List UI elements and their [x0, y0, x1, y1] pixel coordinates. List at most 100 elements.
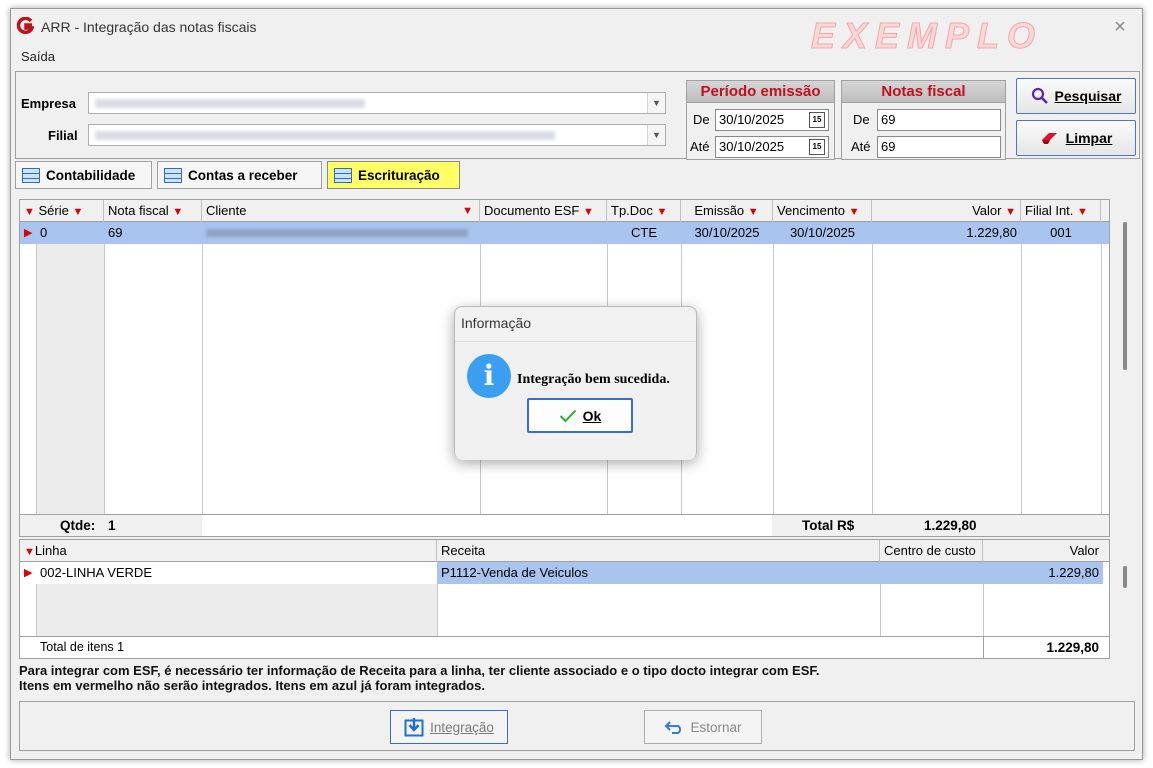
ok-button[interactable]: Ok [527, 398, 633, 433]
total-label: Total R$ [802, 518, 855, 533]
receitas-grid: ▼Linha Receita Centro de custo Valor ▶ 0… [19, 539, 1127, 659]
row-indicator-icon: ▶ [24, 567, 33, 579]
limpar-label: Limpar [1065, 130, 1113, 146]
filter-icon: ▼ [656, 206, 668, 218]
vertical-scrollbar[interactable] [1123, 222, 1127, 370]
cell-doc-esf [480, 222, 607, 244]
sort-indicator-icon: ▼ [24, 206, 35, 218]
chevron-down-icon[interactable]: ▼ [647, 93, 665, 113]
cell-filial-int: 001 [1050, 225, 1072, 240]
close-icon[interactable]: × [1108, 15, 1132, 39]
cell-cliente [202, 222, 480, 244]
notas-grid-header: ▼ Série ▼ Nota fiscal ▼ Cliente ▼ Documen… [20, 200, 1109, 222]
filial-select[interactable]: ▼ [88, 124, 666, 146]
periodo-ate-input[interactable]: 30/10/2025 15 [715, 136, 829, 158]
title-bar: ARR - Integração das notas fiscais EXEMP… [11, 9, 1142, 57]
filial-label: Filial [48, 128, 78, 143]
periodo-de-input[interactable]: 30/10/2025 15 [715, 109, 829, 131]
cell-serie: 0 [40, 225, 48, 240]
menu-item-saida[interactable]: Saída [21, 49, 55, 64]
import-icon [404, 718, 424, 737]
notas-fiscal-group: Notas fiscal De 69 Até 69 [841, 80, 1006, 160]
cell-linha: 002-LINHA VERDE [36, 562, 437, 584]
row-indicator-icon: ▶ [24, 227, 33, 239]
filter-icon: ▼ [747, 206, 759, 218]
notas-ate-label: Até [851, 139, 871, 154]
filter-icon: ▼ [1077, 206, 1088, 218]
dialog-message: Integração bem sucedida. [517, 372, 670, 387]
cell-nota: 69 [108, 225, 123, 240]
col-vencimento[interactable]: Vencimento ▼ [773, 200, 872, 222]
notas-de-input[interactable]: 69 [877, 109, 1001, 131]
undo-icon [665, 721, 682, 734]
estornar-button[interactable]: Estornar [644, 710, 762, 744]
chevron-down-icon[interactable]: ▼ [647, 125, 665, 145]
tab-contabilidade[interactable]: Contabilidade [15, 161, 152, 189]
check-icon [559, 409, 576, 422]
cell-tp-doc: CTE [631, 225, 657, 240]
col-serie[interactable]: ▼ Série ▼ [20, 200, 104, 222]
notas-ate-input[interactable]: 69 [877, 136, 1001, 158]
filter-icon: ▼ [172, 206, 184, 218]
notas-fiscal-title: Notas fiscal [842, 81, 1005, 103]
empresa-select[interactable]: ▼ [88, 92, 666, 114]
pesquisar-button[interactable]: Pesquisar [1016, 78, 1136, 114]
menu-bar: Saída [11, 47, 1142, 67]
tab-contas-a-receber[interactable]: Contas a receber [157, 161, 322, 189]
cell-valor: 1.229,80 [966, 225, 1017, 240]
col-documento-esf[interactable]: Documento ESF ▼ [480, 200, 607, 222]
periodo-de-label: De [693, 112, 710, 127]
filter-icon: ▼ [72, 206, 84, 218]
cell-emissao: 30/10/2025 [694, 225, 760, 240]
sort-indicator-icon: ▼ [24, 546, 35, 558]
cell-centro [880, 562, 983, 584]
col-valor[interactable]: Valor ▼ [872, 200, 1021, 222]
total-value: 1.229,80 [924, 518, 977, 533]
col-centro-custo[interactable]: Centro de custo [880, 540, 983, 562]
periodo-ate-label: Até [690, 139, 710, 154]
table-icon [334, 167, 352, 183]
filter-icon: ▼ [1005, 206, 1016, 218]
dialog-body: i Integração bem sucedida. Ok [455, 341, 696, 460]
qtde-value: 1 [108, 518, 116, 533]
total-itens-label: Total de itens 1 [40, 640, 125, 654]
total-itens-value: 1.229,80 [983, 637, 1103, 658]
info-text: Para integrar com ESF, é necessário ter … [19, 663, 820, 693]
integracao-button[interactable]: Integração [390, 710, 508, 744]
cell-receita: P1112-Venda de Veiculos [437, 562, 880, 584]
limpar-button[interactable]: Limpar [1016, 120, 1136, 156]
calendar-icon[interactable]: 15 [809, 139, 825, 155]
filter-icon: ▼ [848, 206, 860, 218]
table-row[interactable]: ▶ 0 69 CTE 30/10/2025 30/10/2025 1.229,8… [20, 222, 1109, 244]
tab-escrituracao[interactable]: Escrituração [327, 161, 460, 189]
col-tp-doc[interactable]: Tp.Doc ▼ [607, 200, 681, 222]
col-valor2[interactable]: Valor [983, 540, 1103, 562]
periodo-emissao-title: Período emissão [687, 81, 834, 103]
search-icon [1031, 87, 1048, 104]
table-row[interactable]: ▶ 002-LINHA VERDE P1112-Venda de Veiculo… [20, 562, 1109, 584]
filter-icon: ▼ [583, 206, 594, 218]
col-linha[interactable]: ▼Linha [20, 540, 437, 562]
col-filial-int[interactable]: Filial Int. ▼ [1021, 200, 1101, 222]
eraser-icon [1041, 133, 1057, 144]
calendar-icon[interactable]: 15 [809, 112, 825, 128]
receitas-grid-header: ▼Linha Receita Centro de custo Valor [20, 540, 1109, 562]
col-nota-fiscal[interactable]: Nota fiscal ▼ [104, 200, 202, 222]
periodo-emissao-group: Período emissão De 30/10/2025 15 Até 30/… [686, 80, 835, 160]
table-icon [164, 167, 182, 183]
actions-panel: Integração Estornar [19, 701, 1135, 751]
col-emissao[interactable]: Emissão ▼ [681, 200, 773, 222]
notas-de-label: De [853, 112, 870, 127]
col-cliente[interactable]: Cliente ▼ [202, 200, 480, 222]
app-logo-icon [16, 17, 34, 35]
pesquisar-label: Pesquisar [1054, 88, 1122, 104]
notas-grid-footer: Qtde: 1 Total R$ 1.229,80 [20, 514, 1109, 536]
cell-valor2: 1.229,80 [983, 562, 1103, 584]
vertical-scrollbar[interactable] [1123, 566, 1127, 588]
table-icon [22, 167, 40, 183]
col-receita[interactable]: Receita [437, 540, 880, 562]
filter-icon: ▼ [462, 205, 473, 217]
filter-panel: Empresa ▼ Filial ▼ Período emissão De 30… [15, 71, 1140, 160]
empresa-label: Empresa [21, 96, 76, 111]
qtde-label: Qtde: [60, 518, 96, 533]
